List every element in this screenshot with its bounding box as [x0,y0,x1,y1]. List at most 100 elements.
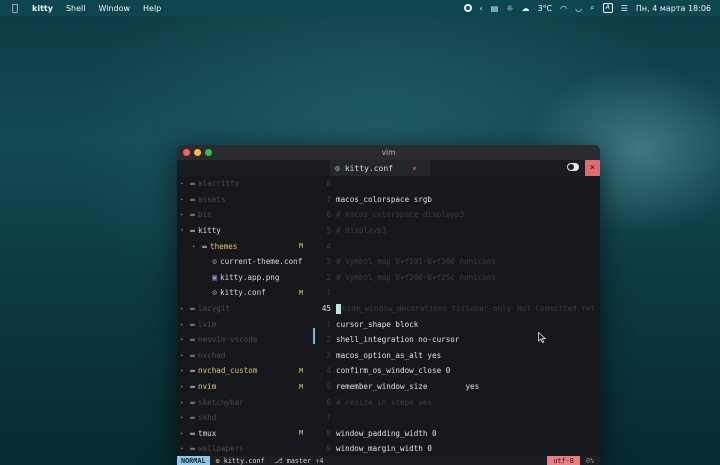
tree-item[interactable]: ▸ ▬ nvim M [177,379,310,395]
tree-item[interactable]: ▸ ▬ neovim-vscode [177,332,310,348]
record-icon[interactable] [463,4,472,12]
menubar-datetime[interactable]: Пн, 4 марта 18:06 [636,4,711,13]
current-line-number: 45 [321,304,331,314]
search-icon[interactable]: ⌕ [590,3,594,13]
line-number: 9 [326,444,331,454]
tree-item-label: skhd [198,413,217,423]
cursor-line: hide_window_decorations titlebar-only Not… [336,301,598,317]
file-tree: ▸ ▬ alacritty ▸ ▬ assets ▸ ▬ bin ▾ ▬ kitty ▸ ▬ themes M… [177,176,310,457]
control-center-icon[interactable]: ☰ [621,4,628,13]
menu-window[interactable]: Window [98,4,130,13]
git-status-badge: M [299,242,304,251]
line-number: 6 [326,210,331,220]
code-text: macos_colorspace srgb [336,194,433,204]
tree-item[interactable]: ▸ ▬ nvchad [177,348,310,364]
chevron-right-icon: ▸ [180,398,184,406]
line-number: 7 [326,413,331,423]
menu-shell[interactable]: Shell [66,4,86,13]
close-icon[interactable]: × [585,160,600,176]
tree-item-label: assets [198,194,226,204]
split-separator [313,328,315,344]
chevron-right-icon: ▸ [180,305,184,313]
wifi-icon[interactable]: ◡ [575,4,582,13]
tree-item-label: current-theme.conf [220,257,303,267]
gear-icon: ⚙ [335,163,340,173]
chevron-right-icon: ▸ [180,367,184,375]
buffer-tab-kitty-conf[interactable]: ⚙ kitty.conf × [330,160,430,176]
menu-help[interactable]: Help [143,4,161,13]
code-line: cursor_shape block [336,316,598,332]
tab-close-icon[interactable]: × [412,164,417,173]
folder-icon: ▬ [190,444,195,454]
tree-item[interactable]: ▣ kitty.app.png [177,270,310,286]
folder-icon: ▬ [190,350,195,360]
tree-item-label: lazygit [198,304,231,314]
code-buffer[interactable]: macos_colorspace srgb # macos_colorspace … [336,176,598,457]
window-zoom-button[interactable] [205,149,212,156]
tree-item-label: tmux [198,428,217,438]
window-close-button[interactable] [183,149,190,156]
tree-item[interactable]: ▸ ▬ tmux M [177,426,310,442]
brightness-icon[interactable]: ☼ [506,4,513,13]
line-number: 3 [326,257,331,267]
apple-logo-icon[interactable]:  [12,3,18,14]
statusline-file: ⚙ kitty.conf [215,457,265,465]
chevron-right-icon: ▸ [180,195,184,203]
line-number: 3 [326,350,331,360]
tree-item[interactable]: ▸ ▬ wallpapers [177,441,310,457]
tree-item[interactable]: ▸ ▬ assets [177,192,310,208]
chevron-left-icon[interactable]: ‹ [480,4,483,13]
weather-cloud-icon[interactable]: ☁ [521,4,529,13]
bag-icon[interactable]: ▤ [491,4,499,13]
editor-area: ▸ ▬ alacritty ▸ ▬ assets ▸ ▬ bin ▾ ▬ kitty ▸ ▬ themes M… [177,176,600,456]
tree-item-label: bin [198,210,212,220]
file-encoding: utf-8 [547,456,580,465]
tree-item[interactable]: ⚙ kitty.conf M [177,285,310,301]
chevron-right-icon: ▸ [180,336,184,344]
tree-item[interactable]: ▸ ▬ themes M [177,238,310,254]
tree-item[interactable]: ▸ ▬ lazygit [177,301,310,317]
code-text: # displayp3 [336,226,387,236]
tree-item-label: alacritty [198,179,240,189]
statusline: NORMAL ⚙ kitty.conf ⎇ master ↑4 utf-8 0% [177,456,600,465]
folder-icon: ▬ [190,366,195,376]
window-titlebar[interactable]: vim [177,145,600,160]
tree-item[interactable]: ⚙ current-theme.conf [177,254,310,270]
chevron-down-icon: ▾ [180,227,184,235]
folder-icon: ▬ [190,397,195,407]
tree-item-label: sketchybar [198,397,244,407]
tree-item[interactable]: ▸ ▬ lvim [177,316,310,332]
tree-item[interactable]: ▸ ▬ sketchybar [177,394,310,410]
tree-item[interactable]: ▸ ▬ bin [177,207,310,223]
code-line: window_padding_width 0 [336,426,598,442]
line-number: 8 [326,179,331,189]
tree-item-label: wallpapers [198,444,244,454]
toggle-icon[interactable] [567,163,579,171]
weather-temperature[interactable]: 3°C [537,4,552,13]
tree-item-label: lvim [198,319,217,329]
folder-icon: ▬ [202,241,207,251]
mouse-pointer-icon [538,332,546,343]
scroll-position: 0% [585,457,594,465]
headphones-icon[interactable]: ◠ [560,4,567,13]
tree-item[interactable]: ▸ ▬ nvchad_custom M [177,363,310,379]
git-branch-name: master ↑4 [286,457,324,465]
menu-app-name[interactable]: kitty [32,4,53,13]
window-minimize-button[interactable] [194,149,201,156]
chevron-right-icon: ▸ [180,351,184,359]
code-text: confirm_os_window_close 0 [336,366,451,376]
tree-item[interactable]: ▸ ▬ alacritty [177,176,310,192]
gear-file-icon: ⚙ [212,257,217,267]
code-text: # macos_colorspace displayp3 [336,210,465,220]
input-source-icon[interactable]: A [602,3,613,13]
code-line: remember_window_size yes [336,379,598,395]
git-blame-text: Not Committed Yet [517,304,595,314]
code-line: # macos_colorspace displayp3 [336,207,598,223]
tree-item[interactable]: ▸ ▬ skhd [177,410,310,426]
chevron-right-icon: ▸ [180,445,184,453]
tree-item[interactable]: ▾ ▬ kitty [177,223,310,239]
window-title: vim [381,148,396,157]
